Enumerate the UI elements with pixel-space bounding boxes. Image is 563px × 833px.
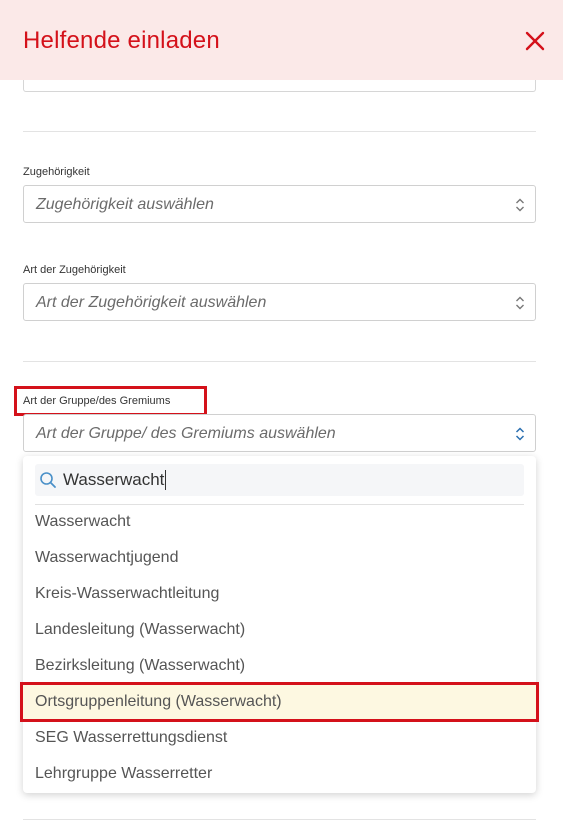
modal-header: Helfende einladen	[0, 0, 563, 80]
zugehoerigkeit-placeholder: Zugehörigkeit auswählen	[36, 196, 214, 213]
close-icon[interactable]	[522, 28, 548, 54]
zugehoerigkeit-label: Zugehörigkeit	[23, 166, 90, 178]
art-gruppe-select[interactable]: Art der Gruppe/ des Gremiums auswählen	[23, 414, 536, 452]
sort-arrows-icon	[516, 198, 524, 212]
dropdown-option[interactable]: SEG Wasserrettungsdienst	[23, 721, 536, 757]
option-label: Wasserwacht	[35, 513, 131, 530]
dropdown-option[interactable]: Landesleitung (Wasserwacht)	[23, 613, 536, 649]
zugehoerigkeit-select[interactable]: Zugehörigkeit auswählen	[23, 185, 536, 223]
section-divider	[23, 131, 536, 132]
art-zugehoerigkeit-select[interactable]: Art der Zugehörigkeit auswählen	[23, 283, 536, 321]
option-label: Wasserwachtjugend	[35, 549, 179, 566]
art-zugehoerigkeit-label: Art der Zugehörigkeit	[23, 264, 126, 276]
modal-title: Helfende einladen	[23, 27, 220, 54]
dropdown-option[interactable]: Wasserwachtjugend	[23, 541, 536, 577]
option-label: SEG Wasserrettungsdienst	[35, 729, 228, 746]
dropdown-option[interactable]: Wasserwacht	[23, 505, 536, 541]
dropdown-option[interactable]: Lehrgruppe Wasserretter	[23, 757, 536, 793]
option-label: Lehrgruppe Wasserretter	[35, 765, 213, 782]
art-gruppe-placeholder: Art der Gruppe/ des Gremiums auswählen	[36, 425, 336, 442]
sort-arrows-icon	[515, 427, 525, 441]
text-cursor	[165, 470, 166, 490]
art-zugehoerigkeit-placeholder: Art der Zugehörigkeit auswählen	[36, 294, 267, 311]
dropdown-option[interactable]: Kreis-Wasserwachtleitung	[23, 577, 536, 613]
option-highlight-box	[20, 682, 539, 722]
art-gruppe-label: Art der Gruppe/des Gremiums	[23, 395, 171, 407]
dropdown-search-input[interactable]: Wasserwacht	[35, 464, 524, 496]
section-divider	[23, 361, 536, 362]
dropdown-option[interactable]: Bezirksleitung (Wasserwacht)	[23, 649, 536, 685]
sort-arrows-icon	[516, 296, 524, 310]
option-label: Kreis-Wasserwachtleitung	[35, 585, 220, 602]
section-divider	[23, 819, 536, 820]
option-label: Landesleitung (Wasserwacht)	[35, 621, 246, 638]
search-icon	[40, 472, 56, 488]
option-label: Bezirksleitung (Wasserwacht)	[35, 657, 246, 674]
group-type-dropdown: Wasserwacht Wasserwacht Wasserwachtjugen…	[23, 456, 536, 793]
search-value: Wasserwacht	[63, 470, 165, 489]
